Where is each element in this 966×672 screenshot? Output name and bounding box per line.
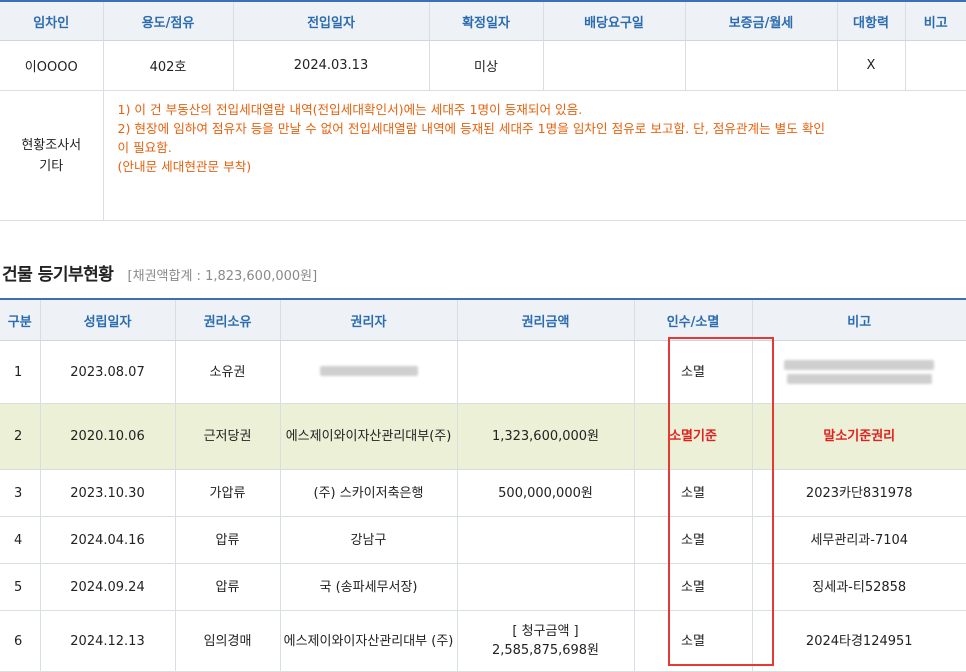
row-holder: 에스제이와이자산관리대부 (주) — [280, 610, 458, 672]
row-note: 세무관리과-7104 — [752, 516, 966, 564]
row-note: 2023카단831978 — [752, 469, 966, 517]
registry-header-row: 구분 성립일자 권리소유 권리자 권리금액 인수/소멸 비고 — [0, 298, 966, 341]
row-date: 2024.09.24 — [40, 563, 176, 611]
survey-row: 현황조사서 기타 1) 이 건 부동산의 전입세대열람 내역(전입세대확인서)에… — [0, 90, 966, 221]
survey-line-3: 이 필요함. — [117, 140, 172, 155]
row-right: 근저당권 — [175, 403, 281, 470]
row-note: 징세과-티52858 — [752, 563, 966, 611]
row-status: 소멸기준 — [634, 403, 753, 470]
table-row: 3 2023.10.30 가압류 (주) 스카이저축은행 500,000,000… — [0, 469, 966, 517]
claim-amount-label: [ 청구금액 ] — [512, 624, 579, 639]
survey-line-4: (안내문 세대현관문 부착) — [117, 159, 252, 174]
row-date: 2023.08.07 — [40, 340, 176, 404]
col-header-amount: 권리금액 — [457, 298, 635, 341]
row-holder: 국 (송파세무서장) — [280, 563, 458, 611]
col-header-note: 비고 — [905, 0, 966, 41]
col-header-deposit-rent: 보증금/월세 — [685, 0, 838, 41]
row-status: 소멸 — [634, 563, 753, 611]
redacted-text — [319, 365, 418, 376]
survey-line-2: 2) 현장에 임하여 점유자 등을 만날 수 없어 전입세대열람 내역에 등재된… — [117, 121, 826, 136]
tenant-row: 이OOOO 402호 2024.03.13 미상 X — [0, 40, 966, 91]
col-header-move-in-date: 전입일자 — [233, 0, 430, 41]
row-num: 3 — [0, 469, 41, 517]
tenant-fixed-date: 미상 — [429, 40, 544, 91]
tenant-table: 임차인 용도/점유 전입일자 확정일자 배당요구일 보증금/월세 대항력 비고 … — [0, 0, 966, 221]
survey-label-line2: 기타 — [39, 158, 64, 174]
row-amount: [ 청구금액 ] 2,585,875,698원 — [457, 610, 635, 672]
row-status: 소멸 — [634, 469, 753, 517]
col-header-use: 용도/점유 — [103, 0, 234, 41]
row-right: 임의경매 — [175, 610, 281, 672]
row-num: 2 — [0, 403, 41, 470]
registry-section-heading: 건물 등기부현황 [채권액합계 : 1,823,600,000원] — [2, 260, 318, 285]
col-header-tenant: 임차인 — [0, 0, 104, 41]
col-header-opposing-power: 대항력 — [837, 0, 906, 41]
tenant-use: 402호 — [103, 40, 234, 91]
tenant-header-row: 임차인 용도/점유 전입일자 확정일자 배당요구일 보증금/월세 대항력 비고 — [0, 0, 966, 41]
row-date: 2023.10.30 — [40, 469, 176, 517]
row-holder-text: 에스제이와이자산관리대부 (주) — [283, 633, 454, 649]
row-right: 소유권 — [175, 340, 281, 404]
row-note-redacted — [752, 340, 966, 404]
redacted-text — [786, 374, 932, 384]
row-holder-redacted — [280, 340, 458, 404]
survey-label-line1: 현황조사서 — [21, 137, 82, 153]
row-num: 4 — [0, 516, 41, 564]
tenant-opposing-power: X — [837, 40, 906, 91]
row-amount — [457, 516, 635, 564]
survey-content: 1) 이 건 부동산의 전입세대열람 내역(전입세대확인서)에는 세대주 1명이… — [103, 90, 966, 221]
col-header-status: 인수/소멸 — [634, 298, 753, 341]
table-row: 6 2024.12.13 임의경매 에스제이와이자산관리대부 (주) [ 청구금… — [0, 610, 966, 672]
row-right: 압류 — [175, 563, 281, 611]
row-holder-text: 에스제이와이자산관리대부(주) — [285, 429, 452, 444]
section-title: 건물 등기부현황 — [2, 265, 114, 285]
row-right: 압류 — [175, 516, 281, 564]
row-date: 2020.10.06 — [40, 403, 176, 470]
col-header-num: 구분 — [0, 298, 41, 341]
col-header-fixed-date: 확정일자 — [429, 0, 544, 41]
col-header-right: 권리소유 — [175, 298, 281, 341]
table-row: 1 2023.08.07 소유권 소멸 — [0, 340, 966, 404]
survey-line-1: 1) 이 건 부동산의 전입세대열람 내역(전입세대확인서)에는 세대주 1명이… — [117, 102, 583, 117]
row-num: 6 — [0, 610, 41, 672]
row-status: 소멸 — [634, 340, 753, 404]
row-note: 말소기준권리 — [752, 403, 966, 470]
tenant-dividend-request-date — [543, 40, 686, 91]
col-header-holder: 권리자 — [280, 298, 458, 341]
row-date: 2024.04.16 — [40, 516, 176, 564]
registry-table: 구분 성립일자 권리소유 권리자 권리금액 인수/소멸 비고 1 2023.08… — [0, 298, 966, 672]
row-holder: 에스제이와이자산관리대부(주) — [280, 403, 458, 470]
row-note: 2024타경124951 — [752, 610, 966, 672]
row-date: 2024.12.13 — [40, 610, 176, 672]
row-status: 소멸 — [634, 516, 753, 564]
row-amount: 1,323,600,000원 — [457, 403, 635, 470]
tenant-name: 이OOOO — [0, 40, 104, 91]
row-amount — [457, 340, 635, 404]
row-num: 5 — [0, 563, 41, 611]
tenant-note — [905, 40, 966, 91]
col-header-date: 성립일자 — [40, 298, 176, 341]
row-num: 1 — [0, 340, 41, 404]
claim-total: [채권액합계 : 1,823,600,000원] — [127, 269, 318, 284]
claim-amount-value: 2,585,875,698원 — [491, 643, 600, 658]
row-right: 가압류 — [175, 469, 281, 517]
row-amount: 500,000,000원 — [457, 469, 635, 517]
table-row: 5 2024.09.24 압류 국 (송파세무서장) 소멸 징세과-티52858 — [0, 563, 966, 611]
tenant-deposit-rent — [685, 40, 838, 91]
col-header-note: 비고 — [752, 298, 966, 341]
redacted-text — [784, 360, 935, 370]
row-holder: 강남구 — [280, 516, 458, 564]
tenant-move-in-date: 2024.03.13 — [233, 40, 430, 91]
col-header-dividend-request: 배당요구일 — [543, 0, 686, 41]
table-row: 2 2020.10.06 근저당권 에스제이와이자산관리대부(주) 1,323,… — [0, 403, 966, 470]
table-row: 4 2024.04.16 압류 강남구 소멸 세무관리과-7104 — [0, 516, 966, 564]
row-amount — [457, 563, 635, 611]
survey-label: 현황조사서 기타 — [0, 90, 104, 221]
row-holder: (주) 스카이저축은행 — [280, 469, 458, 517]
row-status: 소멸 — [634, 610, 753, 672]
